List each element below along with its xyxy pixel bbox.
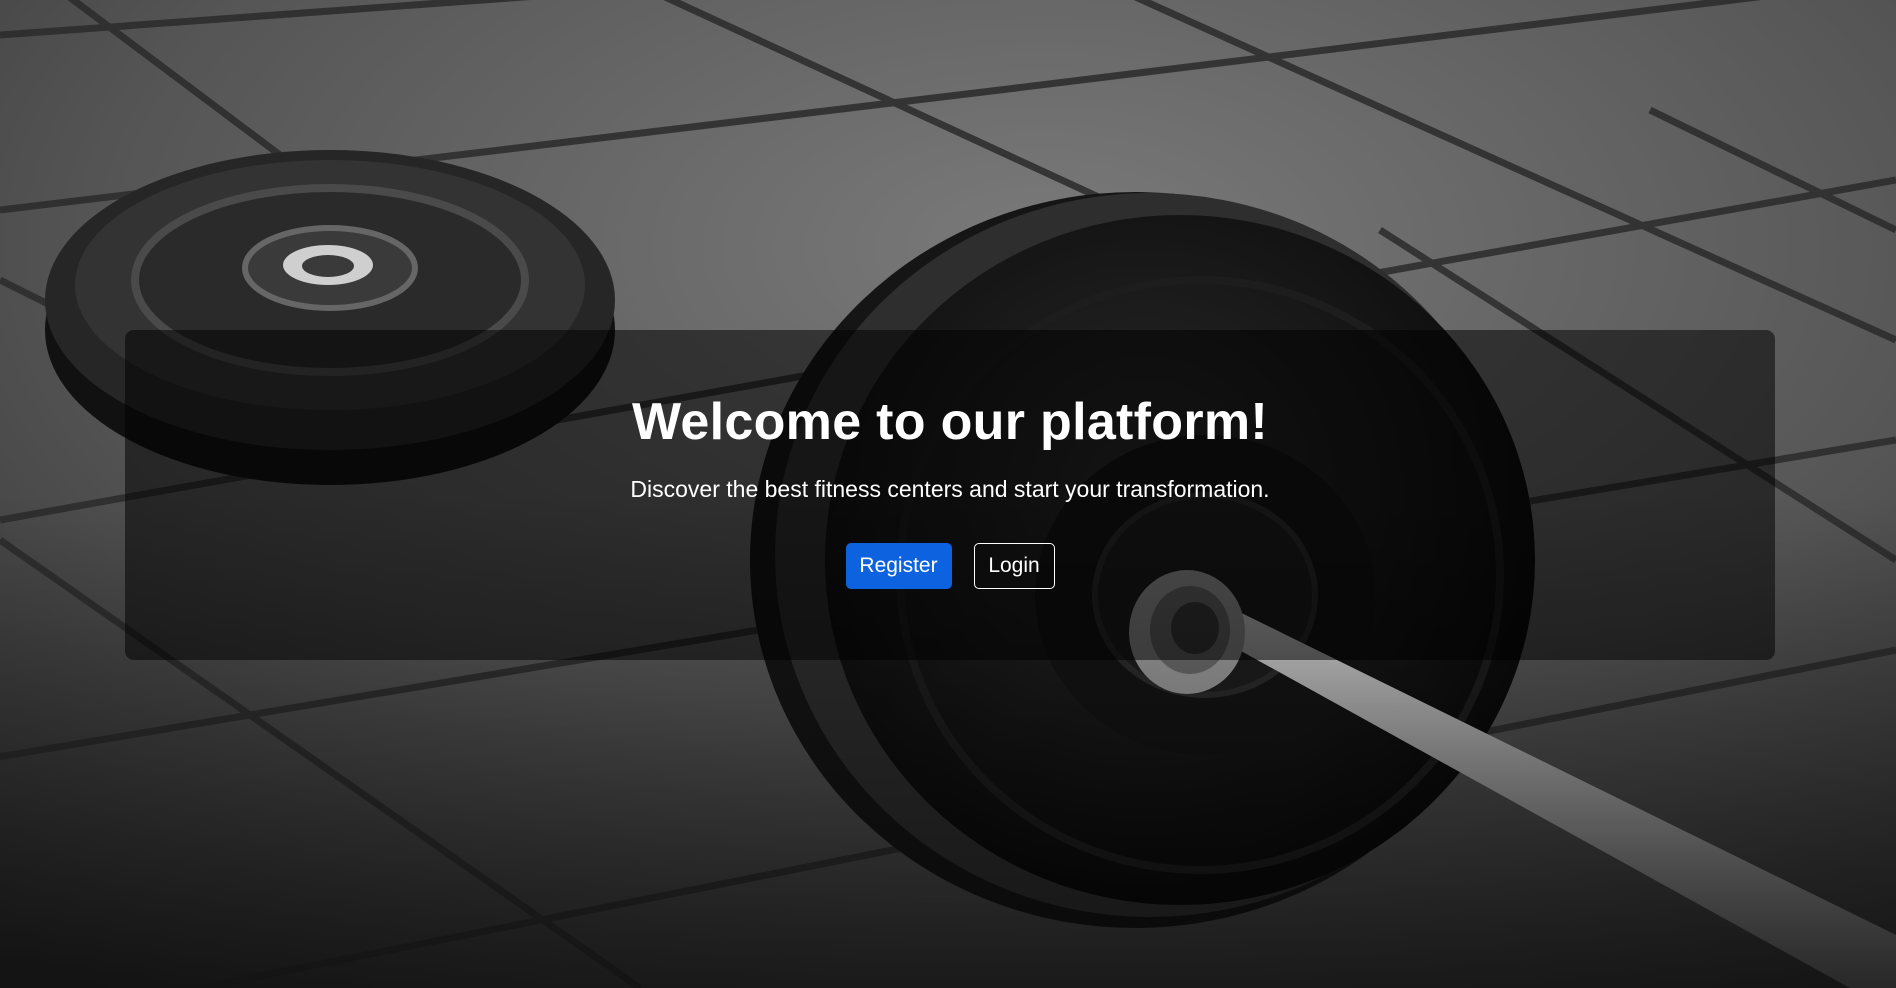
- landing-page: Welcome to our platform! Discover the be…: [0, 0, 1896, 988]
- hero-subtitle: Discover the best fitness centers and st…: [630, 476, 1270, 502]
- hero-panel: Welcome to our platform! Discover the be…: [125, 330, 1775, 660]
- login-button[interactable]: Login: [973, 543, 1055, 589]
- hero-actions: Register Login: [845, 543, 1055, 589]
- hero-title: Welcome to our platform!: [631, 393, 1269, 451]
- register-button[interactable]: Register: [845, 543, 952, 589]
